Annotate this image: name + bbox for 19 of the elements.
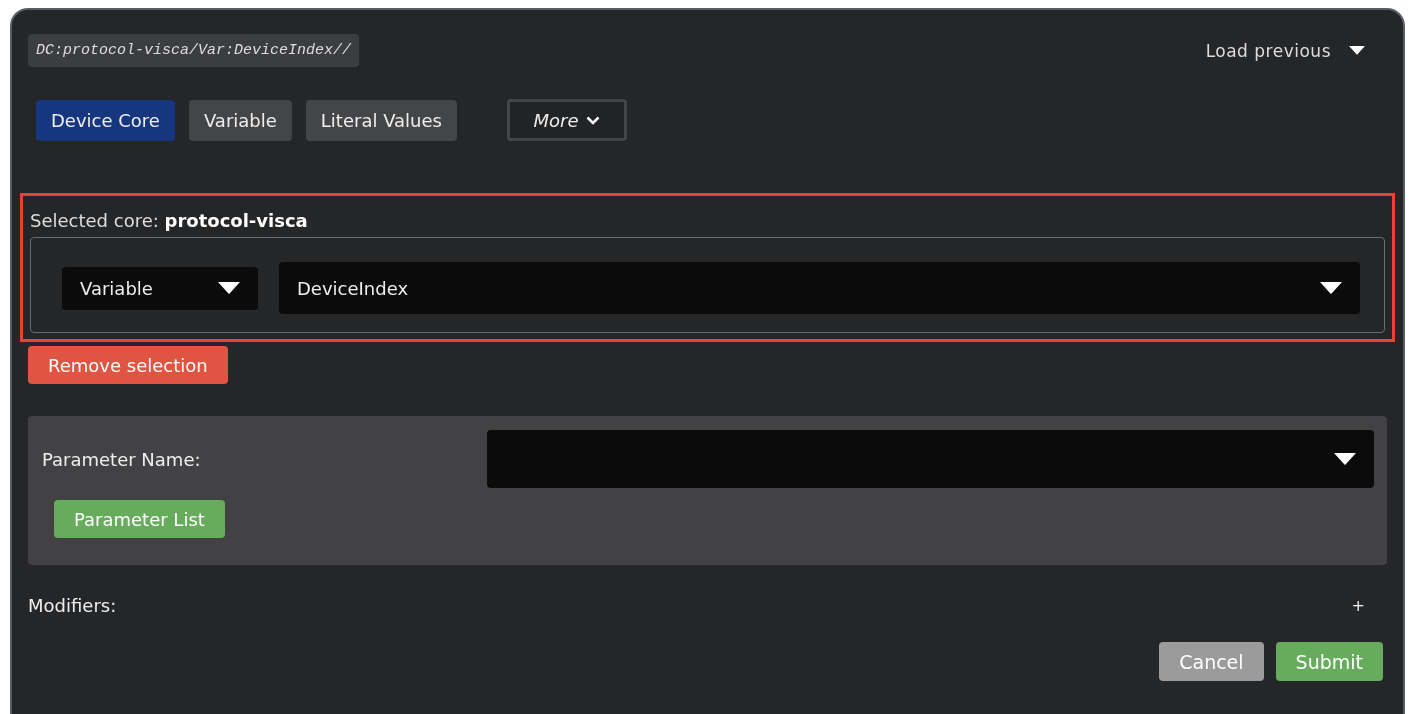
tab[interactable]: Variable (188, 99, 292, 141)
parameter-name-label: Parameter Name: (42, 448, 202, 470)
load-previous-dropdown[interactable]: Load previous (1199, 39, 1371, 62)
add-modifier-button[interactable]: + (1351, 596, 1365, 615)
dropdown-caret-icon (1334, 452, 1356, 466)
more-dropdown[interactable]: More (506, 99, 627, 141)
tab[interactable]: Device Core (36, 99, 175, 141)
selected-core-text: Selected core: protocol-visca (30, 210, 309, 231)
remove-selection-button[interactable]: Remove selection (28, 346, 228, 384)
parameter-select[interactable] (487, 430, 1374, 488)
dropdown-caret-icon (1320, 281, 1342, 295)
dropdown-caret-icon (1349, 46, 1365, 55)
path-text: DC:protocol-visca/Var:DeviceIndex// (28, 34, 360, 67)
tab[interactable]: Literal Values (305, 99, 457, 141)
type-select[interactable]: Variable (62, 266, 258, 310)
chevron-down-icon (586, 115, 601, 125)
modifiers-label: Modifiers: (28, 595, 117, 616)
dropdown-caret-icon (218, 281, 240, 295)
value-select[interactable]: DeviceIndex (279, 262, 1360, 314)
